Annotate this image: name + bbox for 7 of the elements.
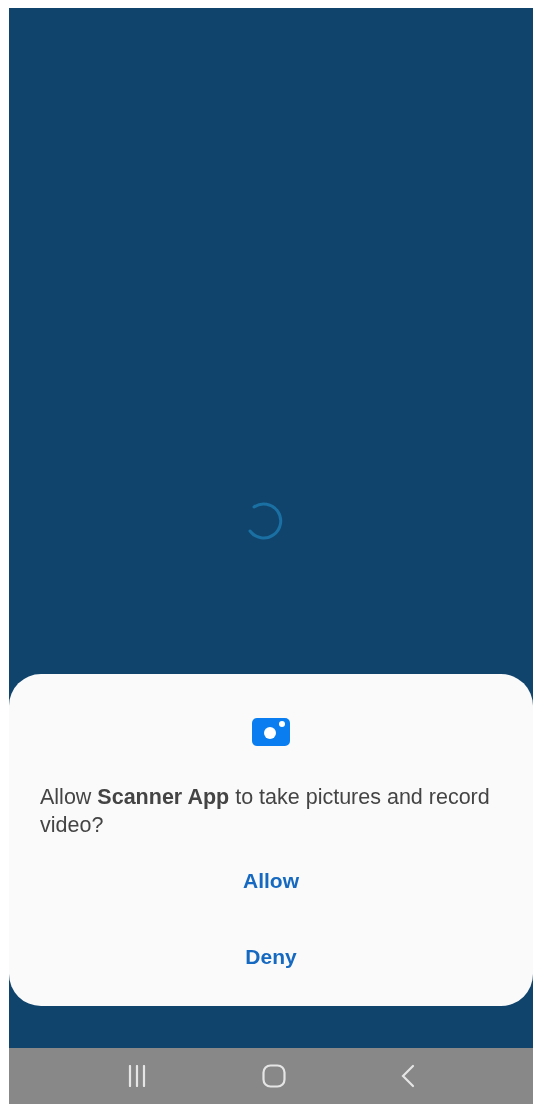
dialog-button[interactable]: Allow [223, 853, 319, 909]
dialog-button[interactable]: Deny [225, 928, 317, 984]
permission-message: Allow Scanner App to take pictures and record video? [40, 784, 491, 839]
recent-apps-icon[interactable] [126, 1065, 147, 1087]
camera-icon [252, 718, 290, 746]
back-icon[interactable] [401, 1064, 416, 1088]
home-icon[interactable] [262, 1064, 286, 1088]
